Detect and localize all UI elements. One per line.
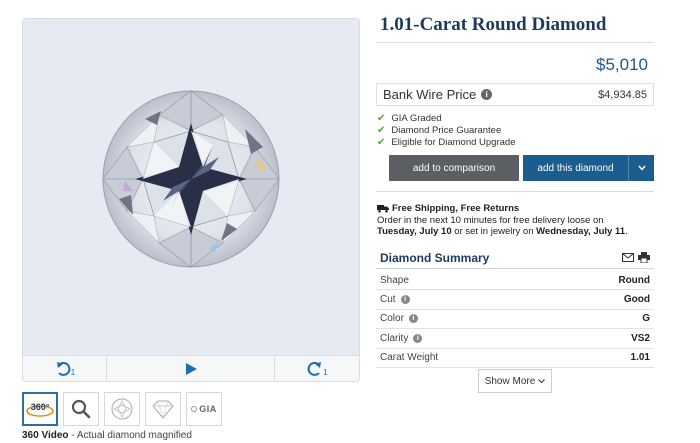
summary-row-shape: Shape Round bbox=[376, 271, 654, 291]
rotate-left-icon bbox=[56, 361, 71, 376]
info-icon[interactable]: i bbox=[413, 333, 423, 343]
media-caption: 360 Video - Actual diamond magnified bbox=[22, 430, 192, 441]
divider bbox=[376, 42, 654, 43]
play-button[interactable] bbox=[107, 356, 275, 381]
product-price: $5,010 bbox=[596, 55, 648, 74]
summary-title: Diamond Summary bbox=[380, 250, 490, 265]
bank-wire-price-row: Bank Wire Price i $4,934.85 bbox=[376, 83, 654, 106]
check-icon: ✔ bbox=[377, 113, 386, 124]
add-options-dropdown[interactable] bbox=[628, 155, 654, 181]
viewer-controls: 1 1 bbox=[23, 355, 359, 381]
check-icon: ✔ bbox=[377, 137, 386, 148]
feature-item: ✔ Eligible for Diamond Upgrade bbox=[377, 137, 516, 148]
bank-wire-value: $4,934.85 bbox=[598, 88, 647, 101]
info-icon[interactable]: i bbox=[400, 295, 410, 305]
chevron-down-icon bbox=[637, 165, 646, 171]
summary-row-clarity: Clarity i VS2 bbox=[376, 329, 654, 349]
rotate-left-button[interactable]: 1 bbox=[23, 356, 107, 381]
show-more-button[interactable]: Show More bbox=[478, 369, 552, 393]
summary-row-cut: Cut i Good bbox=[376, 290, 654, 310]
summary-row-carat-weight: Carat Weight 1.01 bbox=[376, 349, 654, 368]
truck-icon bbox=[377, 205, 389, 213]
feature-item: ✔ Diamond Price Guarantee bbox=[377, 125, 502, 136]
diamond-illustration bbox=[102, 90, 280, 268]
rotate-right-button[interactable]: 1 bbox=[275, 356, 359, 381]
shipping-info: Free Shipping, Free Returns Order in the… bbox=[377, 203, 667, 238]
thumb-360-video[interactable]: 360° bbox=[22, 392, 58, 426]
info-icon[interactable]: i bbox=[408, 314, 418, 324]
gia-label: GIA bbox=[199, 404, 217, 414]
diamond-viewer[interactable]: 1 1 bbox=[22, 18, 360, 382]
summary-row-color: Color i G bbox=[376, 310, 654, 330]
rotate-left-step: 1 bbox=[70, 368, 76, 377]
caption-bold: 360 Video bbox=[22, 430, 69, 441]
info-icon[interactable]: i bbox=[481, 89, 493, 100]
diamond-image[interactable] bbox=[23, 19, 359, 355]
bank-wire-label: Bank Wire Price bbox=[383, 87, 477, 102]
thumb-diamond-profile[interactable] bbox=[145, 392, 181, 426]
play-icon bbox=[185, 362, 197, 375]
diamond-profile-icon bbox=[152, 400, 174, 419]
chevron-down-icon bbox=[538, 378, 546, 383]
divider bbox=[376, 191, 654, 192]
add-to-comparison-button[interactable]: add to comparison bbox=[389, 155, 519, 181]
diamond-top-icon bbox=[111, 398, 133, 420]
diamond-summary-table: Shape Round Cut i Good Color i G Clarity i … bbox=[376, 271, 654, 368]
rotate-right-step: 1 bbox=[323, 368, 328, 377]
rotate-right-icon bbox=[307, 361, 322, 376]
svg-text:360°: 360° bbox=[31, 402, 50, 412]
caption-text: - Actual diamond magnified bbox=[68, 430, 192, 441]
magnifier-icon bbox=[71, 399, 91, 419]
gia-seal-icon bbox=[191, 406, 198, 412]
diamond-summary-header: Diamond Summary bbox=[376, 247, 654, 269]
add-this-diamond-button[interactable]: add this diamond bbox=[523, 155, 628, 181]
shipping-dates: Tuesday, July 10 or set in jewelry on We… bbox=[377, 226, 628, 237]
thumb-magnifier[interactable] bbox=[63, 392, 99, 426]
product-title: 1.01-Carat Round Diamond bbox=[380, 14, 607, 35]
summary-actions bbox=[622, 252, 650, 263]
email-icon[interactable] bbox=[622, 253, 634, 262]
thumb-diamond-plot[interactable] bbox=[104, 392, 140, 426]
360-icon: 360° bbox=[26, 402, 54, 417]
check-icon: ✔ bbox=[377, 125, 386, 136]
shipping-line: Order in the next 10 minutes for free de… bbox=[377, 214, 604, 226]
shipping-heading: Free Shipping, Free Returns bbox=[377, 203, 667, 215]
feature-list: ✔ GIA Graded ✔ Diamond Price Guarantee ✔ El… bbox=[377, 113, 515, 149]
print-icon[interactable] bbox=[638, 252, 650, 263]
thumb-gia-certificate[interactable]: GIA bbox=[186, 392, 222, 426]
feature-item: ✔ GIA Graded bbox=[377, 113, 442, 124]
media-thumbnails: 360° GIA bbox=[22, 392, 222, 426]
